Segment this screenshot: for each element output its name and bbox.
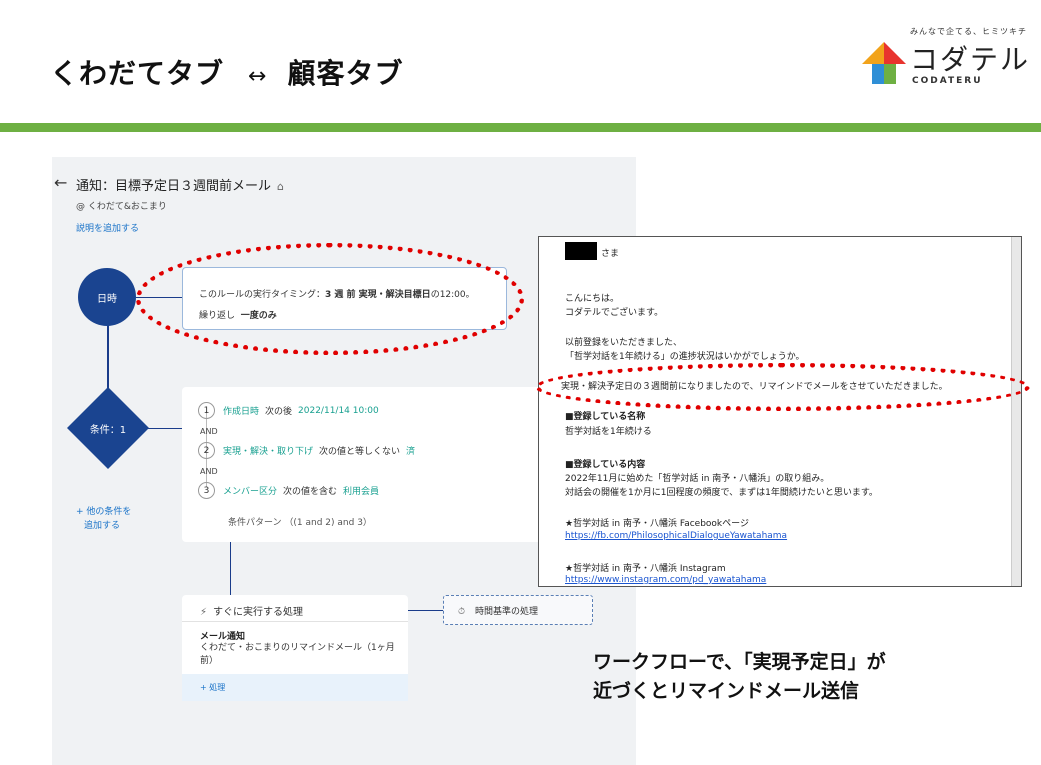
add-description-link[interactable]: 説明を追加する xyxy=(76,221,139,234)
title-right: 顧客タブ xyxy=(287,57,404,90)
instagram-link[interactable]: https://www.instagram.com/pd_yawatahama xyxy=(565,575,766,585)
condition-row[interactable]: 2 実現・解決・取り下げ 次の値と等しくない済 xyxy=(198,442,415,459)
accent-bar xyxy=(0,123,1041,132)
redacted-name xyxy=(565,242,597,260)
action-text: くわだて・おこまりのリマインドメール（1ヶ月前） xyxy=(200,643,395,666)
and-label: AND xyxy=(200,467,218,476)
trigger-node[interactable]: 日時 xyxy=(78,268,136,326)
caption-line2: 近づくとリマインドメール送信 xyxy=(593,680,860,702)
condition-pattern: 条件パターン （(1 and 2) and 3） xyxy=(228,518,372,528)
lock-icon[interactable]: ⌂ xyxy=(277,180,284,193)
email-line: ★哲学対話 in 南予・八幡浜 Instagram xyxy=(565,564,726,574)
email-line: ★哲学対話 in 南予・八幡浜 Facebookページ xyxy=(565,519,749,529)
condition-row[interactable]: 1 作成日時 次の後 2022/11/14 10:00 xyxy=(198,402,379,419)
time-based-action[interactable]: ⏱ 時間基準の処理 xyxy=(443,595,593,625)
connector-condition xyxy=(148,428,182,429)
lightning-icon: ⚡ xyxy=(200,607,208,618)
highlight-oval-timing xyxy=(136,243,524,355)
logo-house-icon xyxy=(862,42,906,84)
divider xyxy=(182,621,408,622)
email-salutation: さま xyxy=(601,249,620,259)
email-line: 哲学対話を1年続ける xyxy=(565,427,652,437)
highlight-oval-email xyxy=(535,363,1030,411)
email-line: 「哲学対話を1年続ける」の進捗状況はいかがでしょうか。 xyxy=(565,352,805,362)
email-line: こんにちは。 xyxy=(565,294,620,304)
codateru-logo: みんなで企てる、ヒミツキチ コダテル CODATERU xyxy=(862,26,1028,96)
action-card[interactable]: ⚡ すぐに実行する処理 メール通知 くわだて・おこまりのリマインドメール（1ヶ月前… xyxy=(182,595,408,701)
add-action-button[interactable]: + 処理 xyxy=(182,674,408,701)
email-heading: ■登録している内容 xyxy=(565,460,646,470)
action-heading: メール通知 xyxy=(200,632,246,642)
workflow-title-text: 通知：目標予定日３週間前メール xyxy=(76,179,272,194)
logo-name: コダテル xyxy=(910,43,1031,76)
caption-line1: ワークフローで、「実現予定日」が xyxy=(593,651,886,673)
workflow-owner: @ くわだて&おこまり xyxy=(76,202,167,212)
condition-row[interactable]: 3 メンバー区分 次の値を含む 利用会員 xyxy=(198,482,379,499)
email-line: 対話会の開催を1か月に1回程度の頻度で、まずは1年間続けたいと思います。 xyxy=(565,488,878,498)
clock-user-icon: ⏱ xyxy=(458,607,466,617)
connector-to-action xyxy=(230,542,231,595)
email-heading: ■登録している名称 xyxy=(565,412,646,422)
slide-title: くわだてタブ ↔ 顧客タブ xyxy=(50,52,403,92)
connector-time-based xyxy=(408,610,443,611)
condition-node-label: 条件：1 xyxy=(89,425,127,436)
action-title: ⚡ すぐに実行する処理 xyxy=(200,607,304,618)
swap-arrow-icon: ↔ xyxy=(248,64,268,89)
and-label: AND xyxy=(200,427,218,436)
logo-tagline: みんなで企てる、ヒミツキチ xyxy=(910,27,1027,36)
caption: ワークフローで、「実現予定日」が 近づくとリマインドメール送信 xyxy=(593,648,886,706)
email-line: 以前登録をいただきました、 xyxy=(565,338,683,348)
add-condition-link[interactable]: + 他の条件を 追加する xyxy=(76,505,131,533)
facebook-link[interactable]: https://fb.com/PhilosophicalDialogueYawa… xyxy=(565,531,787,541)
email-preview: さま こんにちは。 コダテルでございます。 以前登録をいただきました、 「哲学対… xyxy=(538,236,1022,587)
title-left: くわだてタブ xyxy=(50,57,225,90)
email-line: コダテルでございます。 xyxy=(565,308,664,318)
email-scrollbar[interactable] xyxy=(1011,237,1021,586)
email-line: 2022年11月に始めた「哲学対話 in 南予・八幡浜」の取り組み。 xyxy=(565,474,830,484)
back-arrow-icon[interactable]: ← xyxy=(54,173,67,192)
workflow-title: 通知：目標予定日３週間前メール ⌂ xyxy=(76,175,284,194)
logo-sub: CODATERU xyxy=(912,76,983,86)
